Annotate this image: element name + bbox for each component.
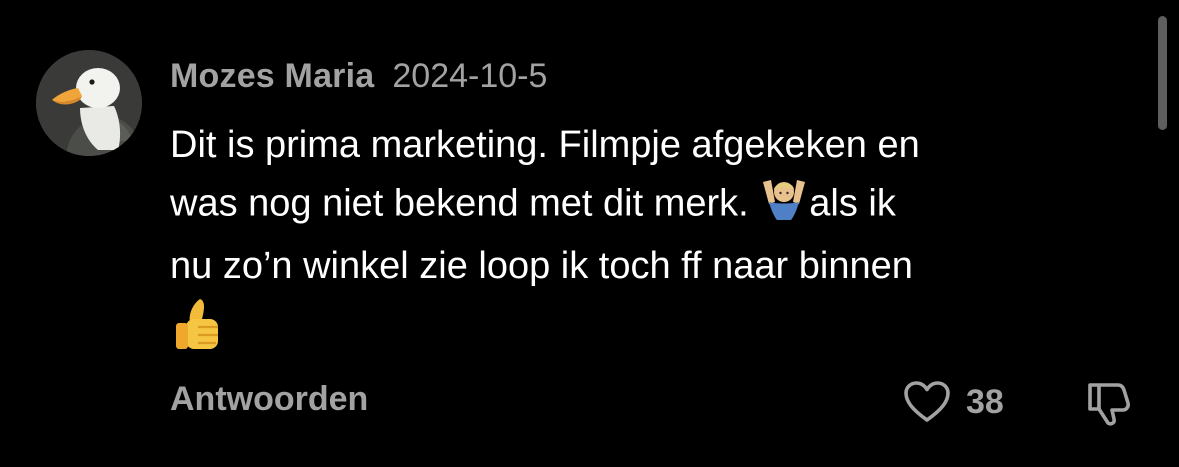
comment-text: Dit is prima marketing. Filmpje afgekeke… (170, 116, 1130, 370)
comment-line-2-tail: als ik (809, 182, 896, 225)
avatar[interactable] (36, 50, 142, 156)
like-count: 38 (966, 382, 1004, 421)
thumbs-up-emoji (170, 295, 228, 370)
comment-line-1: Dit is prima marketing. Filmpje afgekeke… (170, 124, 920, 166)
comment-line-2: was nog niet bekend met dit merk. als ik (170, 174, 1130, 237)
comment-meta: Mozes Maria 2024-10-5 (170, 52, 547, 100)
comment-line-3: nu zo’n winkel zie loop ik toch ff naar … (170, 245, 913, 287)
comment-date: 2024-10-5 (392, 56, 548, 95)
comment-item: Mozes Maria 2024-10-5 Dit is prima marke… (0, 0, 1179, 467)
like-control: 38 (900, 374, 1004, 430)
duck-avatar-image (36, 50, 142, 156)
scrollbar[interactable] (1158, 16, 1167, 130)
comment-author[interactable]: Mozes Maria (170, 57, 374, 96)
shrug-person-emoji (759, 174, 809, 237)
comment-line-4 (170, 295, 1130, 370)
thumbs-down-outline-icon[interactable] (1078, 374, 1136, 432)
comment-line-2-text: was nog niet bekend met dit merk. (170, 182, 760, 225)
heart-outline-icon[interactable] (900, 375, 954, 429)
reply-button[interactable]: Antwoorden (170, 380, 368, 419)
